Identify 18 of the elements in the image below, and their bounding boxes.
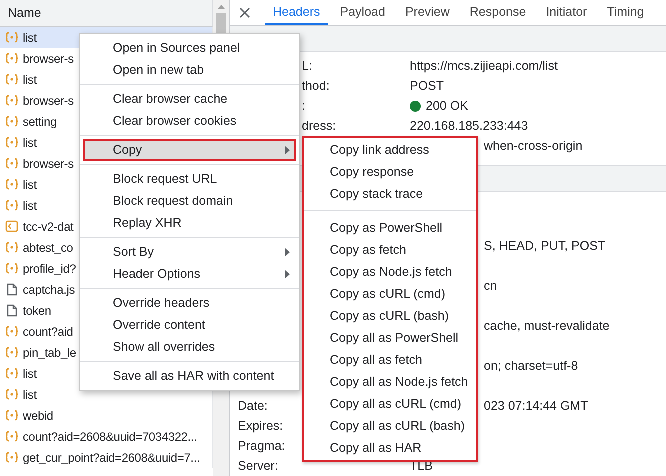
header-name: : [302,99,306,113]
header-value: 200 OK [426,99,468,113]
header-name: L: [302,59,312,73]
header-value: on; charset=utf-8 [484,359,578,373]
header-name: Expires: [238,419,284,433]
header-value: POST [410,79,444,93]
header-name: thod: [302,79,330,93]
header-name: Server: [238,459,278,473]
header-value: 220.168.185.233:443 [410,119,528,133]
header-name: Date: [238,399,268,413]
header-value: 023 07:14:44 GMT [484,399,588,413]
header-name: dress: [302,119,336,133]
header-value: cn [484,279,498,293]
header-value: cache, must-revalidate [484,319,610,333]
header-value: when-cross-origin [484,139,583,153]
header-name: Pragma: [238,439,286,453]
header-value: https://mcs.zijieapi.com/list [410,59,558,73]
header-value: S, HEAD, PUT, POST [484,239,606,253]
